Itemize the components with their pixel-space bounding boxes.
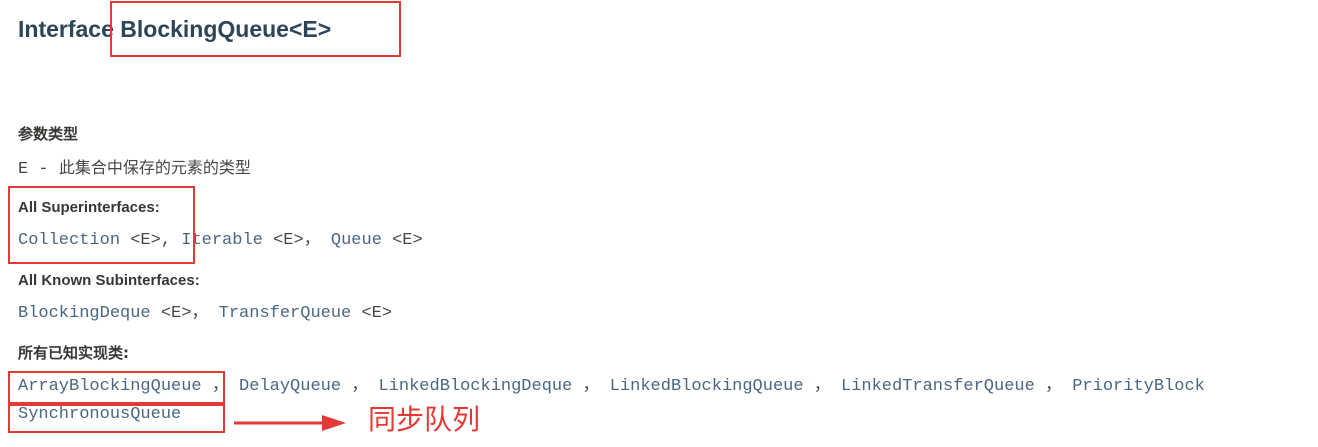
arrow-icon [234, 415, 346, 431]
param-type-row: E - 此集合中保存的元素的类型 [18, 157, 251, 181]
highlight-box-arrayblockingqueue [8, 371, 225, 404]
subinterfaces-label: All Known Subinterfaces: [18, 272, 200, 289]
subinterface-suffix: <E>， [150, 304, 219, 323]
class-link-linkedblockingqueue[interactable]: LinkedBlockingQueue [610, 377, 804, 396]
superinterface-suffix: <E>， [262, 231, 331, 250]
implementing-classes-label: 所有已知实现类: [18, 344, 129, 362]
subinterface-link-blockingdeque[interactable]: BlockingDeque [18, 304, 151, 323]
param-name: E [18, 160, 29, 179]
highlight-box-superinterfaces [8, 186, 195, 264]
class-suffix: ， [341, 377, 379, 396]
param-separator: - [28, 160, 59, 179]
class-link-delayqueue[interactable]: DelayQueue [239, 377, 341, 396]
class-link-linkedtransferqueue[interactable]: LinkedTransferQueue [841, 377, 1035, 396]
superinterface-link-queue[interactable]: Queue [331, 231, 382, 250]
annotation-note: 同步队列 [368, 403, 481, 436]
class-suffix: ， [572, 377, 610, 396]
highlight-box-title [110, 1, 401, 57]
subinterface-link-transferqueue[interactable]: TransferQueue [219, 304, 352, 323]
param-types-label: 参数类型 [18, 125, 79, 143]
class-suffix: ， [803, 377, 841, 396]
class-suffix: ， [1034, 377, 1073, 396]
param-desc: 此集合中保存的元素的类型 [58, 158, 251, 177]
class-link-priorityblockingqueue[interactable]: PriorityBlock [1072, 377, 1205, 396]
superinterface-suffix: <E> [381, 231, 423, 250]
subinterfaces-list: BlockingDeque <E>， TransferQueue <E> [18, 303, 392, 325]
highlight-box-synchronousqueue [8, 404, 225, 433]
subinterface-suffix: <E> [351, 304, 393, 323]
class-link-linkedblockingdeque[interactable]: LinkedBlockingDeque [378, 377, 572, 396]
